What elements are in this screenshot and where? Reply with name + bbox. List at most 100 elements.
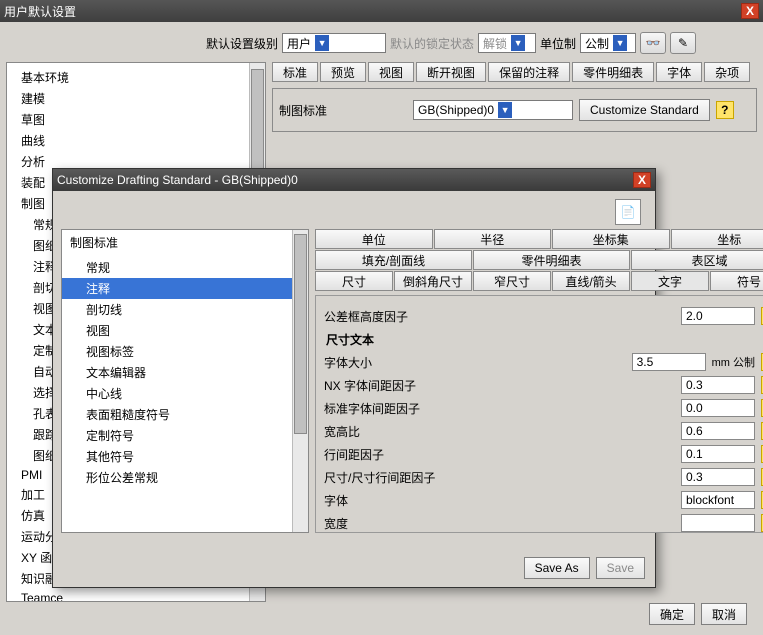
dialog-tab[interactable]: 坐标集 xyxy=(552,229,670,249)
help-icon[interactable]: ? xyxy=(716,101,734,119)
ok-button[interactable]: 确定 xyxy=(649,603,695,625)
tab[interactable]: 预览 xyxy=(320,62,366,82)
document-icon[interactable]: 📄 xyxy=(615,199,641,225)
customize-standard-button[interactable]: Customize Standard xyxy=(579,99,710,121)
tree-item[interactable]: 曲线 xyxy=(7,130,265,151)
prop-input[interactable]: 0.0 xyxy=(681,399,755,417)
dialog-tab[interactable]: 符号 xyxy=(710,271,763,291)
dialog-tree-item[interactable]: 注释 xyxy=(62,278,308,299)
prop-input[interactable]: blockfont xyxy=(681,491,755,509)
cancel-button[interactable]: 取消 xyxy=(701,603,747,625)
glasses-icon[interactable]: 👓 xyxy=(640,32,666,54)
tolerance-height-input[interactable]: 2.0 xyxy=(681,307,755,325)
chevron-down-icon: ▼ xyxy=(511,35,525,51)
tool-icon[interactable]: ✎ xyxy=(670,32,696,54)
dialog-tree-item[interactable]: 剖切线 xyxy=(62,299,308,320)
properties-panel: 公差框高度因子 2.0 ? 尺寸文本 字体大小3.5mm 公制?NX 字体间距因… xyxy=(315,295,763,533)
scrollbar-vertical[interactable] xyxy=(292,230,308,532)
prop-input[interactable] xyxy=(681,514,755,532)
dialog-tab[interactable]: 单位 xyxy=(315,229,433,249)
unit-dropdown[interactable]: 公制 ▼ xyxy=(580,33,636,53)
dialog-tree-item[interactable]: 形位公差常规 xyxy=(62,467,308,488)
prop-label: 尺寸/尺寸行间距因子 xyxy=(324,469,675,486)
tree-item[interactable]: Teamce xyxy=(7,589,265,602)
tab[interactable]: 零件明细表 xyxy=(572,62,654,82)
standard-panel: 制图标准 GB(Shipped)0 ▼ Customize Standard ? xyxy=(272,88,757,132)
tab-bar: 标准预览视图断开视图保留的注释零件明细表字体杂项 xyxy=(272,62,757,82)
unit-label: 单位制 xyxy=(540,35,576,52)
tree-item[interactable]: 基本环境 xyxy=(7,67,265,88)
lock-label: 默认的锁定状态 xyxy=(390,35,474,52)
tree-item[interactable]: 建模 xyxy=(7,88,265,109)
dialog-tree-item[interactable]: 表面粗糙度符号 xyxy=(62,404,308,425)
level-label: 默认设置级别 xyxy=(206,35,278,52)
level-dropdown[interactable]: 用户 ▼ xyxy=(282,33,386,53)
dialog-right: 单位半径坐标集坐标 填充/剖面线零件明细表表区域 尺寸倒斜角尺寸窄尺寸直线/箭头… xyxy=(315,229,763,533)
top-options-row: 默认设置级别 用户 ▼ 默认的锁定状态 解锁 ▼ 单位制 公制 ▼ 👓 ✎ xyxy=(6,32,757,54)
dialog-tree-item[interactable]: 视图 xyxy=(62,320,308,341)
dialog-tab[interactable]: 坐标 xyxy=(671,229,763,249)
customize-dialog: Customize Drafting Standard - GB(Shipped… xyxy=(52,168,656,588)
lock-dropdown[interactable]: 解锁 ▼ xyxy=(478,33,536,53)
tab[interactable]: 断开视图 xyxy=(416,62,486,82)
dialog-tab[interactable]: 倒斜角尺寸 xyxy=(394,271,472,291)
dialog-tabs: 单位半径坐标集坐标 填充/剖面线零件明细表表区域 尺寸倒斜角尺寸窄尺寸直线/箭头… xyxy=(315,229,763,291)
dialog-tab[interactable]: 填充/剖面线 xyxy=(315,250,472,270)
prop-label: 宽度 xyxy=(324,515,675,532)
save-as-button[interactable]: Save As xyxy=(524,557,590,579)
prop-label: 字体大小 xyxy=(324,354,626,371)
dialog-footer: Save As Save xyxy=(524,557,645,579)
main-titlebar: 用户默认设置 X xyxy=(0,0,763,22)
lock-value: 解锁 xyxy=(483,35,507,52)
level-value: 用户 xyxy=(287,35,311,52)
standard-value: GB(Shipped)0 xyxy=(418,103,494,117)
dialog-tab[interactable]: 窄尺寸 xyxy=(473,271,551,291)
tab[interactable]: 字体 xyxy=(656,62,702,82)
dialog-tab[interactable]: 零件明细表 xyxy=(473,250,630,270)
chevron-down-icon: ▼ xyxy=(315,35,329,51)
dialog-tree: 制图标准 常规注释剖切线视图视图标签文本编辑器中心线表面粗糙度符号定制符号其他符… xyxy=(61,229,309,533)
dialog-tab[interactable]: 半径 xyxy=(434,229,552,249)
tab[interactable]: 标准 xyxy=(272,62,318,82)
close-icon[interactable]: X xyxy=(633,172,651,188)
dialog-body: 制图标准 常规注释剖切线视图视图标签文本编辑器中心线表面粗糙度符号定制符号其他符… xyxy=(53,221,655,541)
dialog-tree-head: 制图标准 xyxy=(62,230,308,255)
prop-input[interactable]: 0.3 xyxy=(681,376,755,394)
dialog-tree-item[interactable]: 视图标签 xyxy=(62,341,308,362)
dialog-tab[interactable]: 文字 xyxy=(631,271,709,291)
section-heading: 尺寸文本 xyxy=(326,331,763,348)
prop-input[interactable]: 0.6 xyxy=(681,422,755,440)
dialog-tree-item[interactable]: 其他符号 xyxy=(62,446,308,467)
window-title: 用户默认设置 xyxy=(4,3,76,20)
dialog-title: Customize Drafting Standard - GB(Shipped… xyxy=(57,173,298,187)
prop-input[interactable]: 0.1 xyxy=(681,445,755,463)
dialog-tree-item[interactable]: 常规 xyxy=(62,257,308,278)
unit-value: 公制 xyxy=(585,35,609,52)
dialog-tab[interactable]: 直线/箭头 xyxy=(552,271,630,291)
chevron-down-icon: ▼ xyxy=(498,102,512,118)
dialog-tab[interactable]: 表区域 xyxy=(631,250,763,270)
dialog-titlebar: Customize Drafting Standard - GB(Shipped… xyxy=(53,169,655,191)
tab[interactable]: 杂项 xyxy=(704,62,750,82)
prop-label: 宽高比 xyxy=(324,423,675,440)
tab[interactable]: 视图 xyxy=(368,62,414,82)
prop-input[interactable]: 3.5 xyxy=(632,353,706,371)
dialog-tree-item[interactable]: 文本编辑器 xyxy=(62,362,308,383)
tree-item[interactable]: 草图 xyxy=(7,109,265,130)
prop-label: NX 字体间距因子 xyxy=(324,377,675,394)
dialog-tab[interactable]: 尺寸 xyxy=(315,271,393,291)
tab[interactable]: 保留的注释 xyxy=(488,62,570,82)
prop-unit: mm 公制 xyxy=(712,354,755,370)
standard-dropdown[interactable]: GB(Shipped)0 ▼ xyxy=(413,100,573,120)
chevron-down-icon: ▼ xyxy=(613,35,627,51)
prop-input[interactable]: 0.3 xyxy=(681,468,755,486)
tolerance-height-label: 公差框高度因子 xyxy=(324,308,675,325)
dialog-tree-item[interactable]: 定制符号 xyxy=(62,425,308,446)
prop-label: 标准字体间距因子 xyxy=(324,400,675,417)
main-body: 默认设置级别 用户 ▼ 默认的锁定状态 解锁 ▼ 单位制 公制 ▼ 👓 ✎ 基本… xyxy=(0,22,763,635)
dialog-tree-item[interactable]: 中心线 xyxy=(62,383,308,404)
save-button[interactable]: Save xyxy=(596,557,645,579)
main-footer: 确定 取消 xyxy=(649,603,747,625)
prop-label: 行间距因子 xyxy=(324,446,675,463)
close-icon[interactable]: X xyxy=(741,3,759,19)
